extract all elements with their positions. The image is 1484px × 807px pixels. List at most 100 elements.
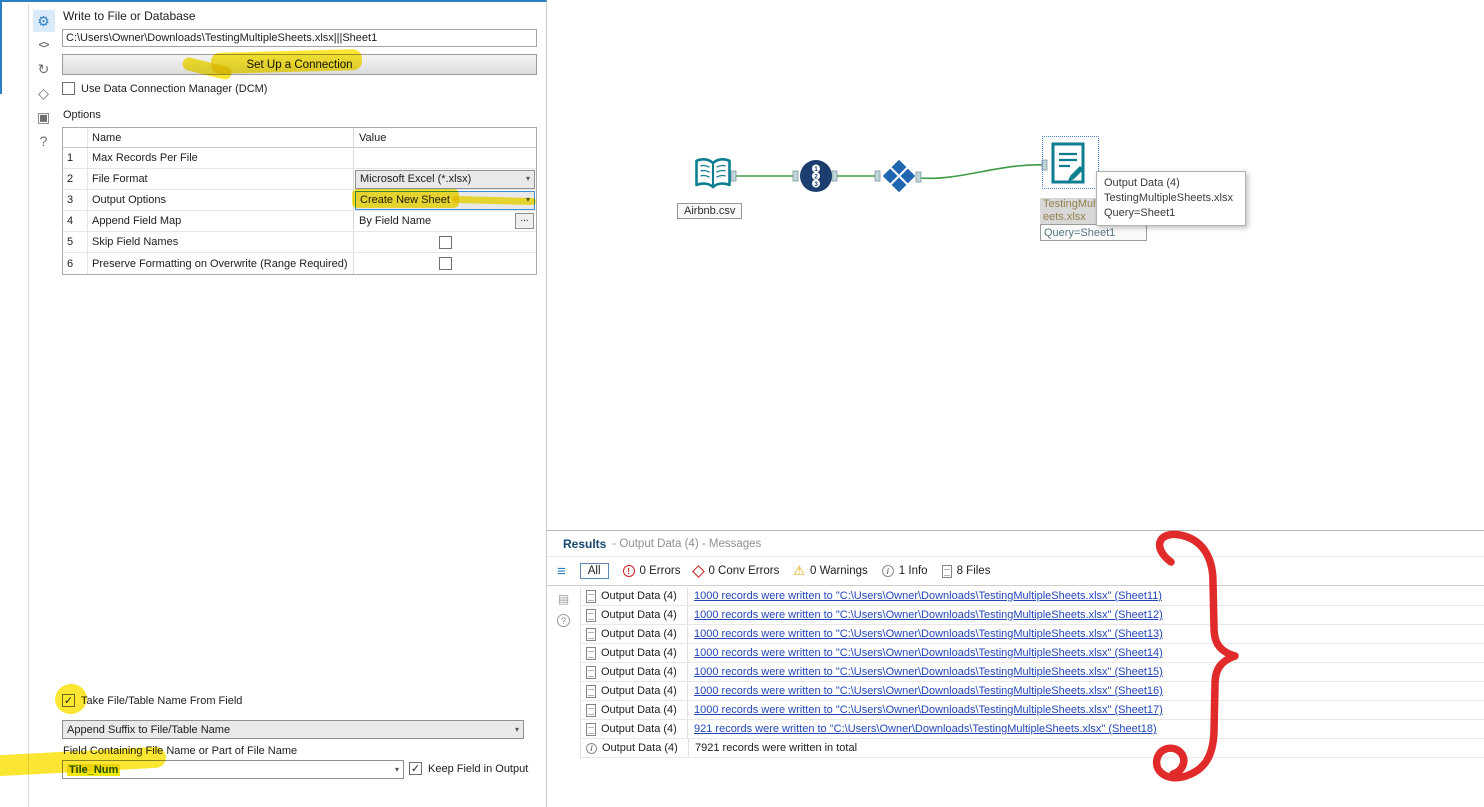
input-tool-annotation[interactable]: Airbnb.csv [677,203,743,219]
take-name-checkbox[interactable] [62,694,75,707]
keep-field-checkbox[interactable] [409,762,422,775]
filter-info[interactable]: i 1 Info [881,565,928,577]
results-title: Results [563,536,607,551]
configuration-panel: ⚙ <> ↻ ◇ ▣ ? Write to File or Database S… [0,0,547,807]
keep-field-checkbox-row[interactable]: Keep Field in Output [409,762,528,775]
numbered-circles-icon: 1 2 3 [800,160,832,192]
message-source[interactable]: Output Data (4) [601,723,687,735]
column-header-value[interactable]: Value [353,128,536,147]
filter-info-label: 1 Info [898,565,928,577]
warning-icon: ⚠ [793,563,806,578]
filter-warnings[interactable]: ⚠ 0 Warnings [793,563,867,579]
message-link[interactable]: 921 records were written to "C:\Users\Ow… [688,723,1157,735]
option-name: File Format [87,169,353,189]
table-view-icon[interactable]: ▤ [558,592,569,606]
blue-diamond-tool[interactable] [881,158,917,199]
output-options-value: Create New Sheet [360,194,450,206]
file-format-dropdown[interactable]: Microsoft Excel (*.xlsx) ▾ [355,169,535,189]
filter-conv-errors-label: 0 Conv Errors [708,565,780,577]
message-source[interactable]: Output Data (4) [602,742,688,754]
message-link[interactable]: 1000 records were written to "C:\Users\O… [688,666,1163,678]
help-icon[interactable]: ? [33,130,55,152]
results-subtitle: - Output Data (4) - Messages [612,537,762,550]
refresh-icon[interactable]: ↻ [33,58,55,80]
option-name: Skip Field Names [87,232,353,252]
take-name-checkbox-row[interactable]: Take File/Table Name From Field [62,694,242,707]
output-options-dropdown[interactable]: Create New Sheet ▾ [355,190,535,210]
field-map-ellipsis-button[interactable]: ... [515,213,534,229]
dcm-checkbox[interactable] [62,82,75,95]
message-link[interactable]: 1000 records were written to "C:\Users\O… [688,647,1163,659]
output-data-tool[interactable] [1049,141,1087,192]
tooltip-query: Query=Sheet1 [1104,207,1176,219]
input-data-tool[interactable] [693,156,733,197]
list-view-icon[interactable]: ≡ [557,563,566,580]
message-link[interactable]: 1000 records were written to "C:\Users\O… [688,685,1163,697]
help-circle-icon[interactable]: ? [557,614,570,627]
filter-files[interactable]: 8 Files [941,564,991,578]
message-source[interactable]: Output Data (4) [601,628,687,640]
file-icon [586,665,596,679]
messages-list: Output Data (4) 1000 records were writte… [580,587,1484,758]
options-section-label: Options [63,109,101,121]
code-icon[interactable]: <> [33,34,55,56]
workflow-canvas[interactable]: Airbnb.csv 1 2 3 TestingMultipleSh eets.… [547,0,1484,530]
info-icon: i [586,742,597,754]
dcm-checkbox-row[interactable]: Use Data Connection Manager (DCM) [62,82,267,95]
message-row: Output Data (4) 1000 records were writte… [581,663,1484,682]
message-link[interactable]: 1000 records were written to "C:\Users\O… [688,609,1163,621]
dcm-checkbox-label: Use Data Connection Manager (DCM) [81,82,268,95]
max-records-value-cell[interactable] [353,148,536,168]
message-row: Output Data (4) 1000 records were writte… [581,701,1484,720]
filter-errors[interactable]: ! 0 Errors [622,565,680,577]
field-name-value: Tile_Num [67,763,121,776]
table-row-preserve-formatting: 6 Preserve Formatting on Overwrite (Rang… [63,253,536,274]
table-row-output-options: 3 Output Options Create New Sheet ▾ [63,190,536,211]
output-query-box[interactable]: Query=Sheet1 [1040,224,1147,241]
column-header-name[interactable]: Name [87,128,353,147]
row-number: 2 [67,173,74,185]
field-name-dropdown[interactable]: Tile_Num ▾ [62,760,404,779]
tooltip-title: Output Data (4) [1104,177,1180,189]
message-row: Output Data (4) 1000 records were writte… [581,587,1484,606]
message-text: 7921 records were written in total [695,742,858,754]
row-number: 4 [67,215,74,227]
filter-conv-errors[interactable]: 0 Conv Errors [692,564,780,578]
input-tool-label: Airbnb.csv [684,205,736,217]
setup-connection-button[interactable]: Set Up a Connection [62,54,537,75]
message-source[interactable]: Output Data (4) [601,666,687,678]
tag-icon[interactable]: ◇ [33,82,55,104]
chevron-down-icon: ▾ [394,764,399,774]
message-link[interactable]: 1000 records were written to "C:\Users\O… [688,590,1162,602]
alteryx-designer-window: ⚙ <> ↻ ◇ ▣ ? Write to File or Database S… [0,0,1484,807]
keep-field-label: Keep Field in Output [428,762,529,775]
message-row: Output Data (4) 1000 records were writte… [581,682,1484,701]
package-icon[interactable]: ▣ [33,106,55,128]
message-source[interactable]: Output Data (4) [601,590,687,602]
tile-tool[interactable]: 1 2 3 [799,159,833,198]
file-icon [586,646,596,660]
option-name: Append Field Map [87,211,353,231]
field-name-label: Field Containing File Name or Part of Fi… [63,745,298,757]
message-link[interactable]: 1000 records were written to "C:\Users\O… [688,704,1163,716]
message-source[interactable]: Output Data (4) [601,704,687,716]
preserve-formatting-checkbox[interactable] [438,257,452,270]
skip-field-names-checkbox[interactable] [438,235,452,249]
output-path-input[interactable] [62,29,537,47]
suffix-mode-dropdown[interactable]: Append Suffix to File/Table Name ▾ [62,720,524,739]
setup-connection-label: Set Up a Connection [246,58,353,71]
tooltip-file: TestingMultipleSheets.xlsx [1104,192,1234,204]
message-row: Output Data (4) 921 records were written… [581,720,1484,739]
file-format-value: Microsoft Excel (*.xlsx) [360,173,472,185]
message-source[interactable]: Output Data (4) [601,685,687,697]
file-icon [586,684,596,698]
message-link[interactable]: 1000 records were written to "C:\Users\O… [688,628,1163,640]
message-source[interactable]: Output Data (4) [601,609,687,621]
filter-files-label: 8 Files [956,565,991,577]
message-source[interactable]: Output Data (4) [601,647,687,659]
settings-gear-icon[interactable]: ⚙ [32,10,55,32]
field-map-value: By Field Name [359,215,432,227]
svg-text:3: 3 [814,181,818,188]
filter-all-button[interactable]: All [579,563,609,579]
table-row-max-records: 1 Max Records Per File [63,148,536,169]
